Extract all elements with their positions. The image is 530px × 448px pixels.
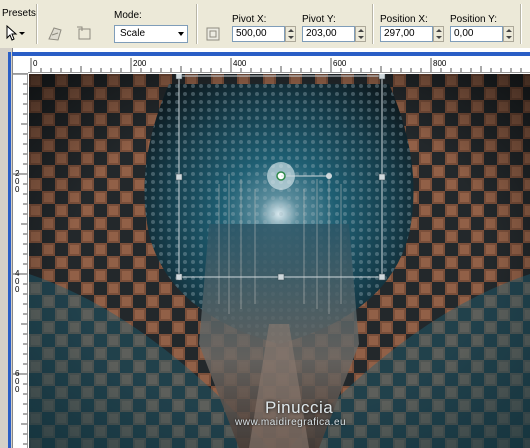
separator bbox=[196, 4, 198, 44]
position-x-stepper[interactable] bbox=[433, 26, 444, 42]
watermark-url: www.maidiregrafica.eu bbox=[235, 417, 347, 428]
separator bbox=[372, 4, 374, 44]
transform-rectangle-button[interactable] bbox=[204, 25, 222, 43]
presets-label: Presets: bbox=[2, 8, 39, 19]
pivot-x-input[interactable]: 500,00 bbox=[232, 26, 285, 42]
pivot-y-label: Pivot Y: bbox=[302, 14, 336, 25]
pivot-x-label: Pivot X: bbox=[232, 14, 267, 25]
deform-icon bbox=[48, 27, 62, 41]
separator bbox=[36, 4, 38, 44]
pivot-y-field[interactable]: 203,00 bbox=[302, 26, 366, 42]
pivot-x-stepper[interactable] bbox=[285, 26, 296, 42]
ruler-corner bbox=[13, 58, 28, 74]
ruler-tick-label: 0 bbox=[15, 285, 20, 294]
transform-rect-icon bbox=[206, 27, 220, 41]
ruler-tick-label: 200 bbox=[133, 59, 147, 68]
pivot-y-stepper[interactable] bbox=[355, 26, 366, 42]
mode-label: Mode: bbox=[114, 10, 142, 21]
presets-picker-button[interactable] bbox=[4, 24, 25, 42]
ruler-tick-label: 0 bbox=[15, 185, 20, 194]
tool-options-bar: Presets: Mode: Scale Pivot X: 500,00 Piv… bbox=[0, 0, 530, 49]
reset-rectangle-button[interactable] bbox=[76, 25, 94, 43]
ruler-tick-label: 0 bbox=[33, 59, 38, 68]
chevron-down-icon bbox=[178, 32, 184, 36]
position-y-stepper[interactable] bbox=[503, 26, 514, 42]
image-canvas[interactable]: Pinuccia www.maidiregrafica.eu bbox=[29, 74, 530, 448]
mode-dropdown[interactable]: Scale bbox=[114, 25, 188, 43]
window-title-bar[interactable] bbox=[12, 52, 530, 56]
document-window: 0 200 400 600 800 200 400 600 Pinuccia www… bbox=[0, 48, 530, 448]
ruler-tick-label: 400 bbox=[233, 59, 247, 68]
vertical-ruler-scale: 200400600 bbox=[13, 74, 27, 445]
artwork bbox=[29, 74, 530, 448]
deform-tool-button[interactable] bbox=[46, 25, 64, 43]
pivot-x-field[interactable]: 500,00 bbox=[232, 26, 296, 42]
position-x-input[interactable]: 297,00 bbox=[380, 26, 433, 42]
ruler-tick-label: 800 bbox=[433, 59, 447, 68]
horizontal-ruler[interactable]: 0 200 400 600 800 bbox=[28, 58, 530, 73]
pivot-y-input[interactable]: 203,00 bbox=[302, 26, 355, 42]
separator bbox=[520, 4, 522, 44]
window-left-edge bbox=[0, 48, 13, 448]
ruler-tick-label: 0 bbox=[15, 385, 20, 394]
reset-rect-icon bbox=[77, 26, 91, 40]
horizontal-ruler-scale: 0 200 400 600 800 bbox=[30, 58, 522, 72]
position-x-field[interactable]: 297,00 bbox=[380, 26, 444, 42]
position-x-label: Position X: bbox=[380, 14, 428, 25]
watermark-title: Pinuccia bbox=[265, 398, 334, 417]
pick-tool-icon bbox=[6, 24, 25, 41]
mode-dropdown-value: Scale bbox=[120, 28, 146, 39]
ruler-tick-label: 600 bbox=[333, 59, 347, 68]
position-y-input[interactable]: 0,00 bbox=[450, 26, 503, 42]
position-y-label: Position Y: bbox=[450, 14, 498, 25]
vertical-ruler[interactable]: 200400600 bbox=[13, 74, 28, 448]
position-y-field[interactable]: 0,00 bbox=[450, 26, 514, 42]
